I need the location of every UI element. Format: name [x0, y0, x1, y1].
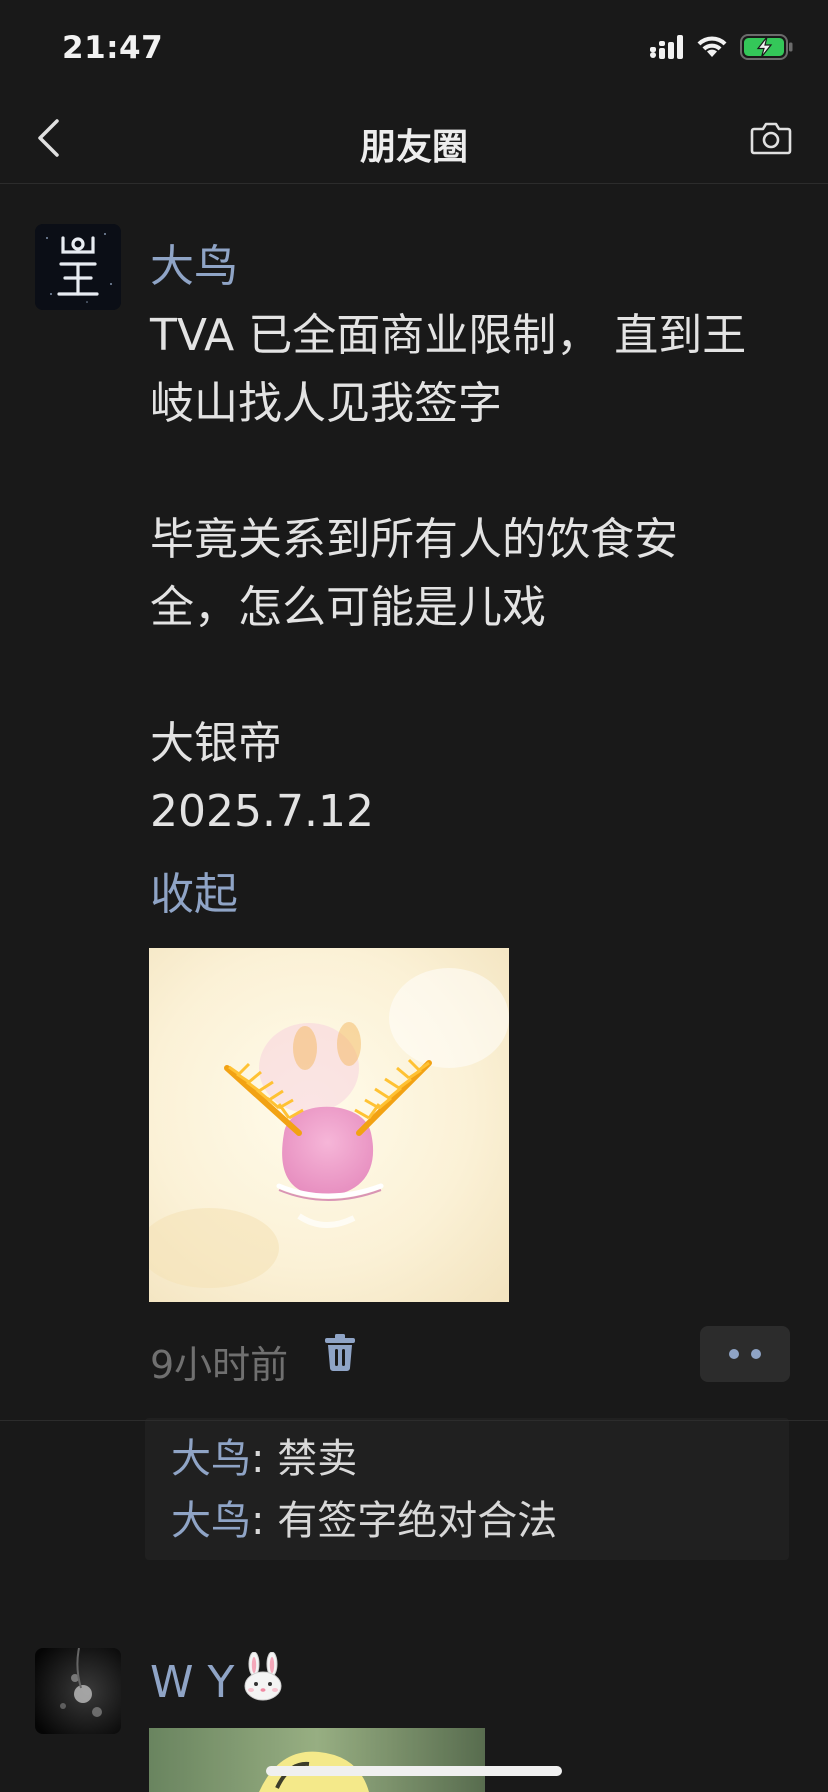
signal-icon [650, 35, 684, 63]
post-image[interactable] [149, 948, 509, 1302]
comment-text: 有签字绝对合法 [277, 1498, 558, 1544]
wifi-icon [696, 35, 728, 63]
delete-button[interactable] [320, 1330, 360, 1378]
post-line: 毕竟关系到所有人的饮食安 [150, 514, 678, 565]
comment-author[interactable]: 大鸟 [171, 1436, 251, 1482]
post-author[interactable]: W Y [150, 1651, 286, 1713]
home-indicator [266, 1766, 562, 1776]
avatar[interactable] [35, 1648, 121, 1734]
post-author-name: W Y [150, 1657, 235, 1708]
comments-section: 大鸟: 禁卖 大鸟: 有签字绝对合法 [145, 1418, 789, 1560]
moments-screen: 21:47 朋友圈 大鸟 TVA 已全面商业限制， 直到王 岐山找人见我签字 毕… [0, 0, 828, 1792]
status-bar: 21:47 [0, 0, 828, 96]
camera-icon [750, 121, 792, 159]
comment-author[interactable]: 大鸟 [171, 1498, 251, 1544]
more-dot-icon [729, 1349, 739, 1359]
post-line: 大银帝 [150, 718, 282, 769]
comment-separator: : [251, 1436, 278, 1482]
page-title: 朋友圈 [359, 127, 468, 168]
trash-icon [324, 1332, 356, 1376]
post-image[interactable] [149, 1728, 485, 1792]
post-timestamp: 9小时前 [150, 1343, 289, 1387]
post-line: TVA 已全面商业限制， 直到王 [150, 310, 747, 361]
post-divider [0, 1420, 828, 1421]
nav-bar: 朋友圈 [0, 96, 828, 184]
more-dot-icon [751, 1349, 761, 1359]
camera-button[interactable] [744, 114, 798, 166]
battery-charging-icon [740, 34, 794, 64]
comment-text: 禁卖 [277, 1436, 358, 1482]
comment-separator: : [251, 1498, 278, 1544]
rabbit-face-icon [240, 1651, 286, 1713]
post-author[interactable]: 大鸟 [150, 230, 238, 294]
comment-item[interactable]: 大鸟: 有签字绝对合法 [171, 1490, 763, 1552]
post-line: 全，怎么可能是儿戏 [150, 582, 546, 633]
post-line: 岐山找人见我签字 [150, 378, 502, 429]
more-actions-button[interactable] [700, 1326, 790, 1382]
collapse-link[interactable]: 收起 [150, 858, 238, 922]
comment-item[interactable]: 大鸟: 禁卖 [171, 1428, 763, 1490]
status-time: 21:47 [62, 30, 164, 66]
post-body: TVA 已全面商业限制， 直到王 岐山找人见我签字 毕竟关系到所有人的饮食安 全… [150, 302, 800, 846]
avatar[interactable] [35, 224, 121, 310]
post-line: 2025.7.12 [150, 786, 374, 837]
status-icons [650, 34, 794, 64]
